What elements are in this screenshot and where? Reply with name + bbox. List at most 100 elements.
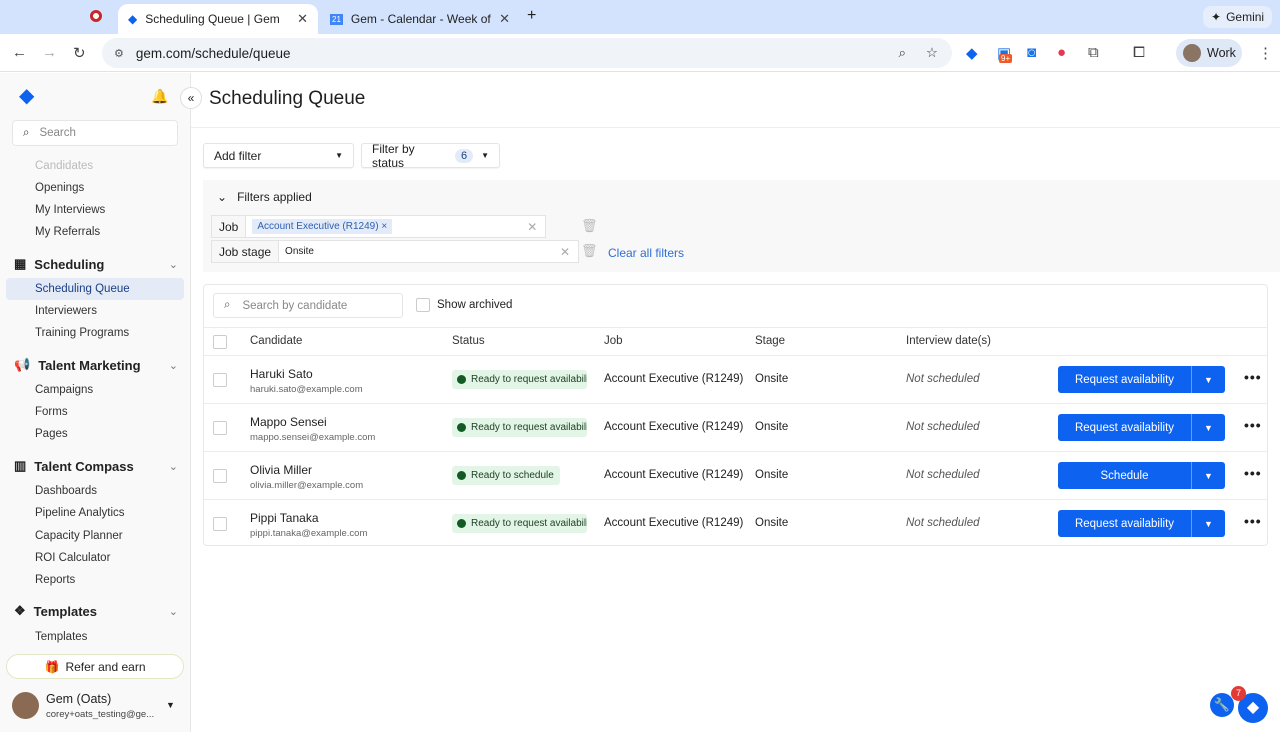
select-all-checkbox[interactable] bbox=[213, 335, 227, 349]
candidate-name[interactable]: Haruki Sato bbox=[250, 367, 313, 381]
bookmark-star-icon[interactable]: ☆ bbox=[926, 45, 938, 61]
close-tab-icon[interactable]: ✕ bbox=[297, 11, 308, 27]
action-dropdown-caret-icon[interactable]: ▼ bbox=[1192, 366, 1225, 393]
reload-icon[interactable]: ↻ bbox=[73, 44, 86, 62]
row-checkbox[interactable] bbox=[213, 421, 227, 435]
tab-title: Gem - Calendar - Week of No bbox=[350, 12, 491, 26]
tools-wrench-icon[interactable]: 🔧 bbox=[1210, 693, 1234, 717]
gemini-button[interactable]: ✦ Gemini bbox=[1203, 6, 1273, 28]
trash-icon[interactable]: 🗑 bbox=[581, 243, 598, 259]
action-dropdown-caret-icon[interactable]: ▼ bbox=[1192, 510, 1225, 537]
column-header-interview-dates[interactable]: Interview date(s) bbox=[906, 335, 991, 347]
search-icon: ⌕ bbox=[23, 126, 30, 139]
primary-action-button[interactable]: Request availability bbox=[1058, 510, 1192, 537]
job-stage-filter-input[interactable]: Onsite ✕ bbox=[279, 240, 580, 263]
site-settings-icon[interactable]: ⚙ bbox=[114, 47, 124, 60]
sidebar-item-dashboards[interactable]: Dashboards bbox=[6, 480, 184, 502]
clear-all-filters-link[interactable]: Clear all filters bbox=[608, 246, 684, 260]
sidebar-section-scheduling[interactable]: ▦ Scheduling ⌄ bbox=[14, 256, 178, 272]
tab-search-icon[interactable]: ⧠ bbox=[1133, 44, 1145, 61]
more-options-icon[interactable]: ••• bbox=[1244, 465, 1262, 481]
tab-calendar[interactable]: 21 Gem - Calendar - Week of No ✕ bbox=[320, 4, 520, 34]
sidebar-item-templates[interactable]: Templates bbox=[6, 626, 184, 648]
sidebar-item-pages[interactable]: Pages bbox=[6, 423, 184, 445]
gem-logo-icon[interactable]: ◆ bbox=[19, 83, 34, 108]
back-icon[interactable]: ← bbox=[12, 44, 27, 61]
gem-extension-icon[interactable]: ◆ bbox=[966, 44, 978, 62]
sidebar-item-capacity-planner[interactable]: Capacity Planner bbox=[6, 525, 184, 547]
address-bar[interactable]: ⚙ gem.com/schedule/queue ⌕ ☆ bbox=[102, 38, 952, 68]
forward-icon[interactable]: → bbox=[42, 44, 57, 61]
interview-date: Not scheduled bbox=[906, 421, 980, 433]
tab-scheduling-queue[interactable]: ◆ Scheduling Queue | Gem ✕ bbox=[118, 4, 318, 34]
action-dropdown-caret-icon[interactable]: ▼ bbox=[1192, 462, 1225, 489]
sidebar-item-candidates[interactable]: Candidates bbox=[6, 155, 184, 177]
candidate-email: mappo.sensei@example.com bbox=[250, 432, 376, 443]
primary-action-button[interactable]: Request availability bbox=[1058, 414, 1192, 441]
primary-action-button[interactable]: Request availability bbox=[1058, 366, 1192, 393]
close-tab-icon[interactable]: ✕ bbox=[499, 11, 510, 27]
clear-icon[interactable]: ✕ bbox=[527, 220, 537, 234]
candidate-name[interactable]: Mappo Sensei bbox=[250, 415, 327, 429]
primary-action-button[interactable]: Schedule bbox=[1058, 462, 1192, 489]
checkbox[interactable] bbox=[416, 298, 430, 312]
add-filter-dropdown[interactable]: Add filter ▼ bbox=[203, 143, 354, 168]
action-dropdown-caret-icon[interactable]: ▼ bbox=[1192, 414, 1225, 441]
sidebar-item-scheduling-queue[interactable]: Scheduling Queue bbox=[6, 278, 184, 300]
main-content: Scheduling Queue Add filter ▼ Filter by s… bbox=[191, 73, 1280, 732]
candidate-search-input[interactable]: ⌕ Search by candidate bbox=[213, 293, 403, 318]
add-filter-label: Add filter bbox=[214, 148, 262, 163]
trash-icon[interactable]: 🗑 bbox=[581, 218, 598, 234]
stage-name: Onsite bbox=[755, 517, 789, 529]
strawberry-extension-icon[interactable]: ● bbox=[1057, 44, 1066, 61]
candidate-name[interactable]: Pippi Tanaka bbox=[250, 511, 319, 525]
column-header-candidate[interactable]: Candidate bbox=[250, 335, 302, 347]
status-label: Ready to request availability bbox=[471, 518, 587, 529]
clear-icon[interactable]: ✕ bbox=[560, 245, 570, 259]
sidebar-search-input[interactable]: ⌕ Search bbox=[12, 120, 178, 146]
row-checkbox[interactable] bbox=[213, 373, 227, 387]
row-checkbox[interactable] bbox=[213, 517, 227, 531]
remove-chip-icon[interactable]: × bbox=[381, 221, 387, 232]
sidebar-item-campaigns[interactable]: Campaigns bbox=[6, 379, 184, 401]
filter-by-status-dropdown[interactable]: Filter by status 6 ▼ bbox=[361, 142, 500, 170]
more-options-icon[interactable]: ••• bbox=[1244, 513, 1262, 529]
profile-button[interactable]: Work bbox=[1176, 39, 1242, 67]
collapse-sidebar-icon[interactable]: « bbox=[180, 87, 202, 109]
notifications-bell-icon[interactable]: 🔔 bbox=[151, 88, 168, 105]
more-options-icon[interactable]: ••• bbox=[1244, 369, 1262, 385]
user-menu[interactable]: Gem (Oats) corey+oats_testing@ge... ▼ bbox=[12, 692, 182, 722]
sidebar-item-forms[interactable]: Forms bbox=[6, 401, 184, 423]
menu-kebab-icon[interactable]: ⋮ bbox=[1258, 44, 1273, 62]
filters-applied-toggle[interactable]: ⌄ Filters applied bbox=[217, 190, 312, 204]
extensions-puzzle-icon[interactable]: ⧉ bbox=[1088, 44, 1099, 61]
sidebar-item-my-interviews[interactable]: My Interviews bbox=[6, 199, 184, 221]
more-options-icon[interactable]: ••• bbox=[1244, 417, 1262, 433]
show-archived-checkbox[interactable]: Show archived bbox=[416, 298, 512, 312]
zoom-icon[interactable]: ⌕ bbox=[898, 45, 906, 61]
column-header-status[interactable]: Status bbox=[452, 335, 485, 347]
new-tab-icon[interactable]: + bbox=[527, 7, 536, 25]
sidebar-item-openings[interactable]: Openings bbox=[6, 177, 184, 199]
candidate-name[interactable]: Olivia Miller bbox=[250, 463, 312, 477]
sidebar-item-roi-calculator[interactable]: ROI Calculator bbox=[6, 547, 184, 569]
column-header-job[interactable]: Job bbox=[604, 335, 623, 347]
sidebar-item-training-programs[interactable]: Training Programs bbox=[6, 322, 184, 344]
row-checkbox[interactable] bbox=[213, 469, 227, 483]
job-filter-input[interactable]: Account Executive (R1249) × ✕ bbox=[246, 215, 547, 238]
url-text: gem.com/schedule/queue bbox=[135, 45, 291, 61]
extension-icon[interactable]: ◙ bbox=[1027, 44, 1036, 61]
status-dot-icon bbox=[457, 519, 466, 528]
table-row: Olivia Miller olivia.miller@example.com … bbox=[204, 451, 1267, 499]
sidebar-section-templates[interactable]: ❖ Templates ⌄ bbox=[14, 603, 178, 619]
sidebar-section-talent-compass[interactable]: ▥ Talent Compass ⌄ bbox=[14, 458, 178, 474]
sidebar-item-reports[interactable]: Reports bbox=[6, 569, 184, 591]
sidebar-item-pipeline-analytics[interactable]: Pipeline Analytics bbox=[6, 502, 184, 524]
sidebar-item-interviewers[interactable]: Interviewers bbox=[6, 300, 184, 322]
avatar bbox=[12, 692, 39, 719]
sidebar-item-my-referrals[interactable]: My Referrals bbox=[6, 221, 184, 243]
column-header-stage[interactable]: Stage bbox=[755, 335, 785, 347]
refer-and-earn-button[interactable]: 🎁 Refer and earn bbox=[6, 654, 184, 679]
record-icon[interactable] bbox=[90, 10, 102, 22]
sidebar-section-talent-marketing[interactable]: 📢 Talent Marketing ⌄ bbox=[14, 357, 178, 373]
